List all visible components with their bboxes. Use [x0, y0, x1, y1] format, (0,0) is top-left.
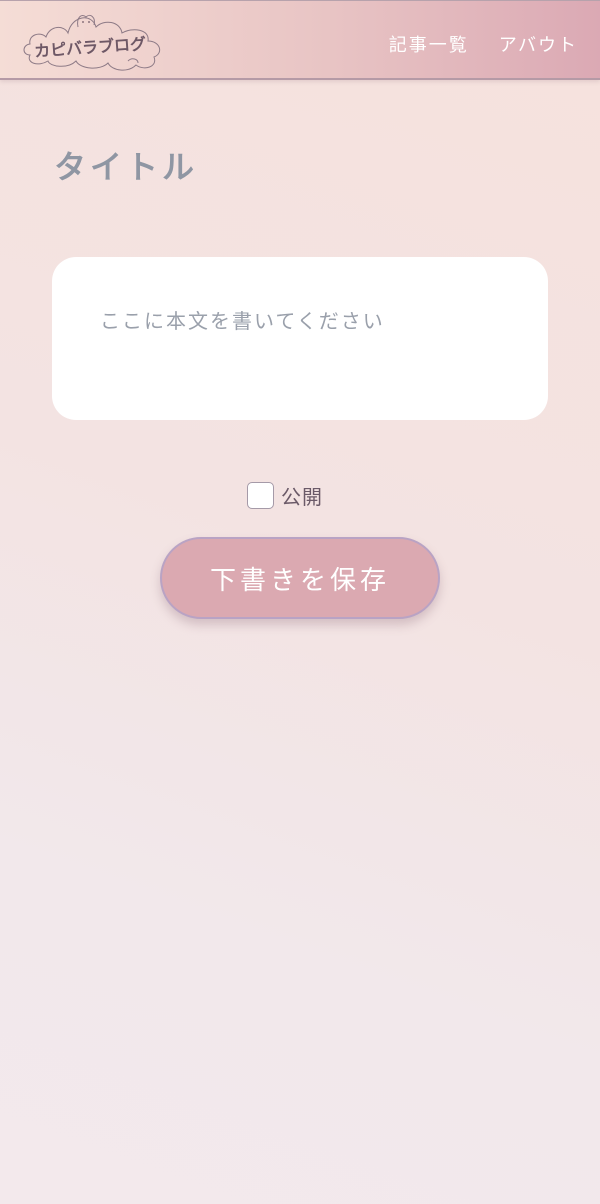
publish-label[interactable]: 公開 [281, 481, 323, 510]
main-nav: 記事一覧 アバウト [389, 31, 578, 57]
body-textarea[interactable]: ここに本文を書いてください [52, 257, 548, 420]
body-placeholder: ここに本文を書いてください [100, 309, 385, 333]
title-input[interactable]: タイトル [54, 142, 198, 188]
nav-link-articles[interactable]: 記事一覧 [389, 31, 469, 57]
publish-checkbox[interactable] [247, 482, 274, 509]
site-logo[interactable]: カピバラブログ [20, 11, 168, 73]
site-header: カピバラブログ 記事一覧 アバウト [0, 0, 600, 80]
save-draft-button[interactable]: 下書きを保存 [160, 537, 440, 619]
nav-link-about[interactable]: アバウト [499, 31, 578, 57]
publish-toggle: 公開 [247, 481, 323, 510]
